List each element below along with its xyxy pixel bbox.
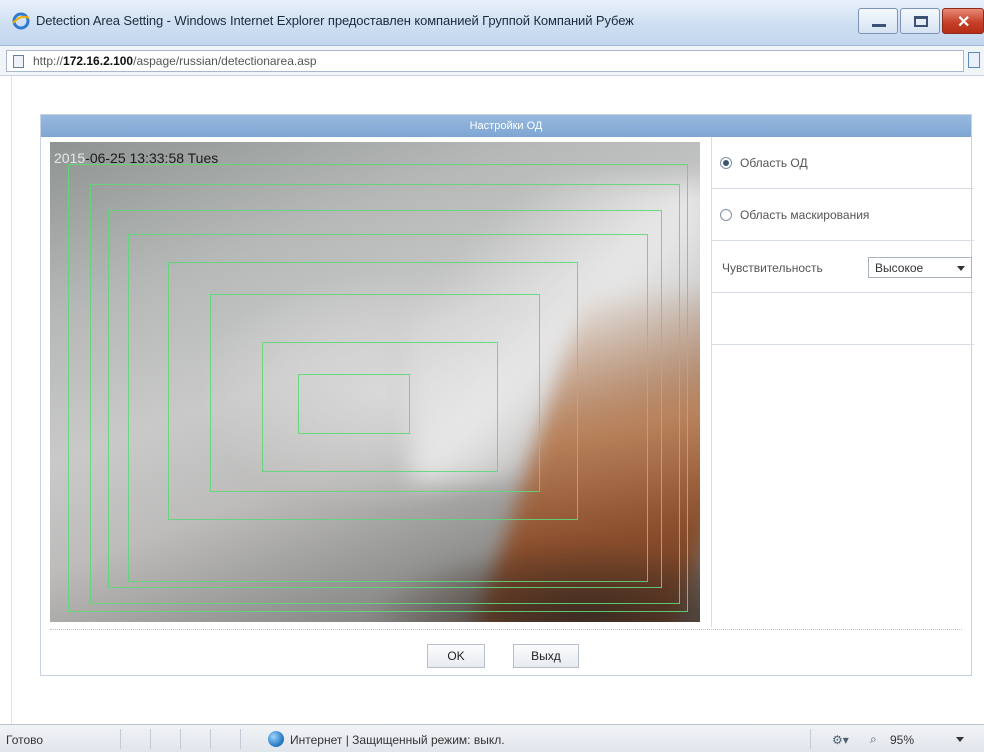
camera-preview[interactable]: 2015-06-25 13:33:58 Tues <box>50 142 700 622</box>
close-icon: ✕ <box>957 14 971 31</box>
detection-area-dialog: Настройки ОД 2015-06-25 13:33:58 Tues Об… <box>40 114 974 676</box>
globe-icon <box>268 731 284 747</box>
option-detection-area[interactable]: Область ОД <box>712 137 974 189</box>
settings-panel: Область ОД Область маскирования Чувствит… <box>711 137 974 627</box>
status-separator <box>810 729 811 749</box>
sensitivity-label: Чувствительность <box>722 261 823 275</box>
url-text: http://172.16.2.100/aspage/russian/detec… <box>33 54 317 68</box>
maximize-button[interactable] <box>900 8 940 34</box>
radio-mask-area[interactable] <box>720 209 732 221</box>
detection-zone[interactable] <box>298 374 410 434</box>
ie-logo-icon <box>12 12 30 30</box>
window-left-edge <box>0 76 12 724</box>
option-label: Область ОД <box>740 156 808 170</box>
ok-button[interactable]: OK <box>427 644 485 668</box>
minimize-icon <box>872 24 886 27</box>
chevron-down-icon <box>957 266 965 271</box>
status-separator <box>120 729 121 749</box>
magnifier-icon[interactable]: ⌕ <box>870 732 877 747</box>
url-host: 172.16.2.100 <box>63 54 134 68</box>
close-button[interactable]: ✕ <box>942 8 984 34</box>
page-icon <box>13 55 24 68</box>
address-bar: http://172.16.2.100/aspage/russian/detec… <box>0 46 984 76</box>
sensitivity-select[interactable]: Высокое <box>868 257 972 278</box>
zoom-level[interactable]: 95% <box>890 733 914 747</box>
dialog-header: Настройки ОД <box>41 115 971 137</box>
url-prefix: http:// <box>33 54 64 68</box>
option-label: Область маскирования <box>740 208 870 222</box>
status-separator <box>150 729 151 749</box>
url-path: /aspage/russian/detectionarea.asp <box>133 54 317 68</box>
security-zone-text[interactable]: Интернет | Защищенный режим: выкл. <box>290 733 505 747</box>
window-titlebar: Detection Area Setting - Windows Interne… <box>0 0 984 46</box>
exit-button[interactable]: Выхд <box>513 644 579 668</box>
url-field[interactable]: http://172.16.2.100/aspage/russian/detec… <box>6 50 964 72</box>
radio-detection-area[interactable] <box>720 157 732 169</box>
status-separator <box>210 729 211 749</box>
window-title: Detection Area Setting - Windows Interne… <box>36 13 634 28</box>
option-mask-area[interactable]: Область маскирования <box>712 189 974 241</box>
status-separator <box>240 729 241 749</box>
minimize-button[interactable] <box>858 8 898 34</box>
status-bar: Готово Интернет | Защищенный режим: выкл… <box>0 724 984 752</box>
chevron-down-icon[interactable] <box>956 737 964 742</box>
compatibility-view-icon[interactable] <box>968 52 980 68</box>
sensitivity-value: Высокое <box>875 261 924 275</box>
maximize-icon <box>914 16 928 27</box>
status-text: Готово <box>6 733 44 747</box>
page-status-icon[interactable]: ⚙▾ <box>832 733 849 747</box>
divider <box>50 629 962 630</box>
empty-row <box>712 293 974 345</box>
status-separator <box>180 729 181 749</box>
sensitivity-row: Чувствительность Высокое <box>712 241 974 293</box>
